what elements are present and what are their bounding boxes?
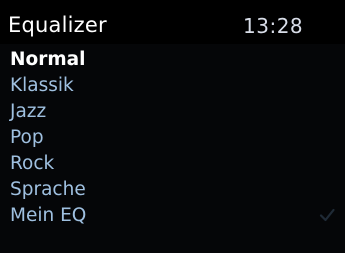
menu-item-sprache[interactable]: Sprache (0, 177, 345, 203)
menu-item-label: Jazz (10, 101, 47, 122)
header-bar: Equalizer 13:28 (0, 0, 345, 44)
menu-item-rock[interactable]: Rock (0, 151, 345, 177)
menu-item-label: Normal (10, 49, 86, 70)
menu-item-label: Mein EQ (10, 205, 87, 226)
page-title: Equalizer (8, 13, 107, 37)
menu-item-pop[interactable]: Pop (0, 125, 345, 151)
equalizer-preset-list: Normal Klassik Jazz Pop Rock Sprache Mei… (0, 47, 345, 229)
menu-item-label: Klassik (10, 75, 74, 96)
menu-item-jazz[interactable]: Jazz (0, 99, 345, 125)
menu-item-normal[interactable]: Normal (0, 47, 345, 73)
checkmark-icon (319, 208, 335, 222)
menu-item-label: Pop (10, 127, 44, 148)
clock: 13:28 (243, 14, 304, 38)
menu-item-label: Rock (10, 153, 55, 174)
menu-item-klassik[interactable]: Klassik (0, 73, 345, 99)
menu-item-label: Sprache (10, 179, 86, 200)
menu-item-mein-eq[interactable]: Mein EQ (0, 203, 345, 229)
equalizer-screen: Equalizer 13:28 Normal Klassik Jazz Pop … (0, 0, 345, 253)
